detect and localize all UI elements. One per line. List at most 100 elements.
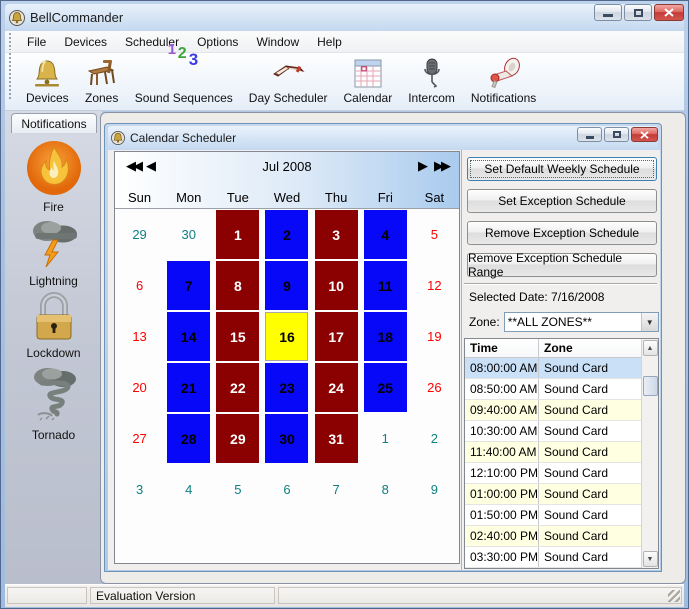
set-default-weekly-schedule-button[interactable]: Set Default Weekly Schedule — [467, 157, 657, 181]
menu-help[interactable]: Help — [308, 32, 351, 52]
calendar-day-cell[interactable]: 24 — [312, 362, 361, 413]
scroll-up-icon[interactable]: ▲ — [643, 340, 658, 356]
scroll-down-icon[interactable]: ▼ — [643, 551, 658, 567]
remove-exception-schedule-range-button[interactable]: Remove Exception Schedule Range — [467, 253, 657, 277]
calendar-day-cell[interactable]: 5 — [213, 464, 262, 515]
calendar-day-cell[interactable]: 18 — [361, 311, 410, 362]
calendar-day-cell[interactable]: 5 — [410, 209, 459, 260]
prev-month-button[interactable]: ◀ — [143, 158, 159, 174]
calendar-day-cell[interactable]: 1 — [361, 413, 410, 464]
schedule-row[interactable]: 02:40:00 PMSound Card — [465, 526, 641, 547]
close-button[interactable] — [654, 4, 684, 21]
toolbar: Devices Zones 1 2 3 — [5, 53, 684, 111]
sidebar-item-tornado[interactable]: Tornado — [5, 363, 102, 442]
toolbar-sound-sequences-button[interactable]: 1 2 3 Sound Sequences — [127, 53, 241, 110]
sidebar-item-fire[interactable]: Fire — [5, 139, 102, 214]
resize-grip[interactable] — [668, 590, 680, 602]
schedule-table: Time Zone 08:00:00 AMSound Card08:50:00 … — [464, 338, 659, 569]
scrollbar-thumb[interactable] — [643, 376, 658, 396]
calendar-day-cell[interactable]: 8 — [213, 260, 262, 311]
menu-file[interactable]: File — [18, 32, 55, 52]
schedule-row[interactable]: 12:10:00 PMSound Card — [465, 463, 641, 484]
calendar-day-cell[interactable]: 20 — [115, 362, 164, 413]
table-scrollbar[interactable]: ▲ ▼ — [641, 339, 658, 568]
sidebar-item-lightning[interactable]: Lightning — [5, 213, 102, 288]
chevron-down-icon[interactable]: ▼ — [641, 313, 658, 331]
child-close-button[interactable] — [631, 127, 658, 142]
calendar-day-cell[interactable]: 3 — [115, 464, 164, 515]
next-year-button[interactable]: ▶▶ — [431, 158, 451, 174]
calendar-day-cell[interactable]: 17 — [312, 311, 361, 362]
toolbar-zones-button[interactable]: Zones — [77, 53, 127, 110]
child-maximize-button[interactable] — [604, 127, 629, 142]
sidebar-item-label: Lockdown — [26, 346, 80, 360]
calendar-day-cell[interactable]: 19 — [410, 311, 459, 362]
calendar-day-cell[interactable]: 12 — [410, 260, 459, 311]
minimize-button[interactable] — [594, 4, 622, 21]
schedule-zone: Sound Card — [539, 484, 641, 504]
calendar-day-cell[interactable]: 30 — [262, 413, 311, 464]
calendar-day-cell[interactable]: 4 — [361, 209, 410, 260]
status-pane-right — [278, 587, 682, 604]
day-number: 18 — [364, 312, 407, 361]
scrollbar-track[interactable] — [642, 357, 658, 550]
calendar-day-cell[interactable]: 6 — [262, 464, 311, 515]
calendar-day-cell[interactable]: 28 — [164, 413, 213, 464]
maximize-button[interactable] — [624, 4, 652, 21]
remove-exception-schedule-button[interactable]: Remove Exception Schedule — [467, 221, 657, 245]
calendar-day-cell[interactable]: 3 — [312, 209, 361, 260]
day-number: 29 — [216, 414, 259, 463]
calendar-day-cell[interactable]: 15 — [213, 311, 262, 362]
schedule-row[interactable]: 01:50:00 PMSound Card — [465, 505, 641, 526]
zone-dropdown[interactable]: **ALL ZONES** ▼ — [504, 312, 659, 332]
calendar-day-cell[interactable]: 22 — [213, 362, 262, 413]
sidebar-item-lockdown[interactable]: Lockdown — [5, 291, 102, 360]
toolbar-devices-button[interactable]: Devices — [18, 53, 77, 110]
schedule-row[interactable]: 11:40:00 AMSound Card — [465, 442, 641, 463]
calendar-day-cell[interactable]: 10 — [312, 260, 361, 311]
menu-devices[interactable]: Devices — [55, 32, 116, 52]
calendar-day-cell[interactable]: 2 — [410, 413, 459, 464]
calendar-day-cell[interactable]: 16 — [262, 311, 311, 362]
calendar-day-cell[interactable]: 9 — [262, 260, 311, 311]
calendar-day-cell[interactable]: 6 — [115, 260, 164, 311]
child-minimize-button[interactable] — [577, 127, 602, 142]
calendar-day-cell[interactable]: 2 — [262, 209, 311, 260]
calendar-day-cell[interactable]: 1 — [213, 209, 262, 260]
calendar-day-cell[interactable]: 7 — [164, 260, 213, 311]
calendar-day-cell[interactable]: 25 — [361, 362, 410, 413]
schedule-row[interactable]: 08:50:00 AMSound Card — [465, 379, 641, 400]
toolbar-intercom-button[interactable]: Intercom — [400, 53, 463, 110]
menu-window[interactable]: Window — [247, 32, 308, 52]
calendar-day-cell[interactable]: 11 — [361, 260, 410, 311]
schedule-row[interactable]: 08:00:00 AMSound Card — [465, 358, 641, 379]
calendar-day-cell[interactable]: 14 — [164, 311, 213, 362]
calendar-day-cell[interactable]: 21 — [164, 362, 213, 413]
tab-notifications[interactable]: Notifications — [11, 113, 97, 133]
prev-year-button[interactable]: ◀◀ — [123, 158, 143, 174]
calendar-day-cell[interactable]: 29 — [115, 209, 164, 260]
toolbar-calendar-button[interactable]: Calendar — [336, 53, 401, 110]
day-number: 9 — [413, 465, 456, 514]
weekday-label: Sat — [410, 190, 459, 205]
schedule-row[interactable]: 10:30:00 AMSound Card — [465, 421, 641, 442]
toolbar-notifications-button[interactable]: Notifications — [463, 53, 544, 110]
calendar-day-cell[interactable]: 23 — [262, 362, 311, 413]
schedule-row[interactable]: 09:40:00 AMSound Card — [465, 400, 641, 421]
calendar-day-cell[interactable]: 31 — [312, 413, 361, 464]
calendar-day-cell[interactable]: 29 — [213, 413, 262, 464]
schedule-row[interactable]: 01:00:00 PMSound Card — [465, 484, 641, 505]
menu-options[interactable]: Options — [188, 32, 247, 52]
calendar-day-cell[interactable]: 8 — [361, 464, 410, 515]
calendar-day-cell[interactable]: 27 — [115, 413, 164, 464]
calendar-day-cell[interactable]: 30 — [164, 209, 213, 260]
set-exception-schedule-button[interactable]: Set Exception Schedule — [467, 189, 657, 213]
toolbar-day-scheduler-button[interactable]: Day Scheduler — [241, 53, 336, 110]
calendar-day-cell[interactable]: 26 — [410, 362, 459, 413]
calendar-day-cell[interactable]: 4 — [164, 464, 213, 515]
next-month-button[interactable]: ▶ — [415, 158, 431, 174]
calendar-day-cell[interactable]: 13 — [115, 311, 164, 362]
calendar-day-cell[interactable]: 9 — [410, 464, 459, 515]
calendar-day-cell[interactable]: 7 — [312, 464, 361, 515]
schedule-row[interactable]: 03:30:00 PMSound Card — [465, 547, 641, 568]
